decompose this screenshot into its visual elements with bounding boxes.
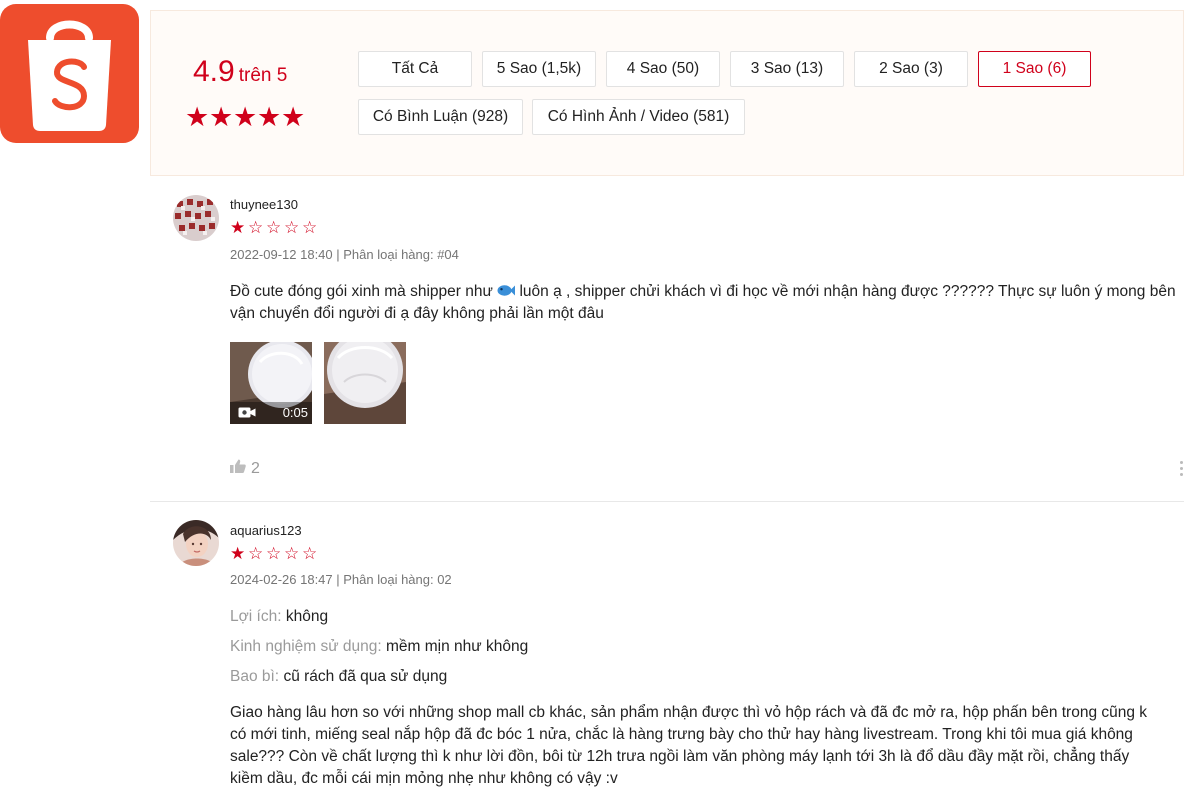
review-attribute: Kinh nghiệm sử dụng: mềm mịn như không xyxy=(230,638,528,656)
review-meta: 2024-02-26 18:47 | Phân loại hàng: 02 xyxy=(230,572,452,587)
star-empty-icon: ☆ xyxy=(266,218,282,237)
star-empty-icon: ☆ xyxy=(284,218,300,237)
review-attribute-value: mềm mịn như không xyxy=(386,638,529,655)
review-stars: ★ ☆ ☆ ☆ ☆ xyxy=(230,219,320,237)
review-text-part-1: Đồ cute đóng gói xinh mà shipper như xyxy=(230,283,493,300)
review-text-line: kiềm dầu, đc mỗi cái mịn mỏng nhẹ như kh… xyxy=(230,770,618,787)
star-filled-icon: ★ xyxy=(230,218,246,237)
review-attribute-label: Lợi ích: xyxy=(230,608,282,625)
shopee-logo xyxy=(0,4,139,143)
star-filled-icon: ★ xyxy=(185,102,210,132)
star-filled-icon: ★ xyxy=(233,102,258,132)
star-filled-icon: ★ xyxy=(257,102,282,132)
filter-with-comment-button[interactable]: Có Bình Luận (928) xyxy=(358,99,523,135)
star-empty-icon: ☆ xyxy=(284,544,300,563)
filter-2-star-button[interactable]: 2 Sao (3) xyxy=(854,51,968,87)
star-filled-icon: ★ xyxy=(230,544,246,563)
filter-3-star-button[interactable]: 3 Sao (13) xyxy=(730,51,844,87)
review-text-line: sale??? Còn về chất lượng thì k như lời … xyxy=(230,748,1130,765)
review-divider xyxy=(150,501,1184,502)
star-empty-icon: ☆ xyxy=(302,218,318,237)
like-count: 2 xyxy=(251,459,260,477)
filter-with-media-button[interactable]: Có Hình Ảnh / Video (581) xyxy=(532,99,745,135)
review-username[interactable]: thuynee130 xyxy=(230,197,298,212)
shopee-bag-icon xyxy=(28,20,111,131)
video-camera-icon xyxy=(238,406,256,424)
star-empty-icon: ☆ xyxy=(302,544,318,563)
more-vertical-icon[interactable] xyxy=(1180,461,1184,479)
like-button[interactable]: 2 xyxy=(230,459,260,478)
rating-score-value: 4.9 xyxy=(193,55,235,88)
rating-score-out-of: trên 5 xyxy=(238,65,288,86)
filter-all-button[interactable]: Tất Cả xyxy=(358,51,472,87)
review-attribute: Bao bì: cũ rách đã qua sử dụng xyxy=(230,668,447,686)
fish-emoji-icon xyxy=(497,283,516,300)
video-duration: 0:05 xyxy=(282,405,308,420)
review-text-line: Giao hàng lâu hơn so với những shop mall… xyxy=(230,704,1148,721)
rating-summary-stars: ★ ★ ★ ★ ★ xyxy=(185,103,305,131)
star-filled-icon: ★ xyxy=(281,102,306,132)
review-stars: ★ ☆ ☆ ☆ ☆ xyxy=(230,545,320,563)
star-empty-icon: ☆ xyxy=(248,544,264,563)
rating-summary-panel: 4.9 trên 5 ★ ★ ★ ★ ★ Tất Cả 5 Sao (1,5k) … xyxy=(150,10,1184,176)
review-image-thumbnail[interactable] xyxy=(324,342,406,424)
review-attribute-label: Kinh nghiệm sử dụng: xyxy=(230,638,382,655)
star-empty-icon: ☆ xyxy=(266,544,282,563)
review-text: Đồ cute đóng gói xinh mà shipper như luô… xyxy=(230,281,1190,325)
filter-5-star-button[interactable]: 5 Sao (1,5k) xyxy=(482,51,596,87)
avatar[interactable] xyxy=(173,195,219,241)
star-empty-icon: ☆ xyxy=(248,218,264,237)
star-filled-icon: ★ xyxy=(209,102,234,132)
filter-4-star-button[interactable]: 4 Sao (50) xyxy=(606,51,720,87)
review-video-thumbnail[interactable]: 0:05 xyxy=(230,342,312,424)
review-username[interactable]: aquarius123 xyxy=(230,523,302,538)
review-attribute: Lợi ích: không xyxy=(230,608,328,626)
thumbs-up-icon xyxy=(230,459,246,478)
review-item: aquarius123 ★ ☆ ☆ ☆ ☆ 2024-02-26 18:47 |… xyxy=(150,505,1184,800)
review-meta: 2022-09-12 18:40 | Phân loại hàng: #04 xyxy=(230,247,459,262)
rating-score: 4.9 trên 5 xyxy=(193,55,287,89)
avatar[interactable] xyxy=(173,520,219,566)
review-text: Giao hàng lâu hơn so với những shop mall… xyxy=(230,702,1200,790)
review-attribute-label: Bao bì: xyxy=(230,668,280,685)
review-text-line: có mới tinh, miếng seal nắp hộp đã đc bó… xyxy=(230,726,1133,743)
review-attribute-value: không xyxy=(285,608,329,625)
filter-1-star-button[interactable]: 1 Sao (6) xyxy=(978,51,1091,87)
review-item: thuynee130 ★ ☆ ☆ ☆ ☆ 2022-09-12 18:40 | … xyxy=(150,180,1184,500)
review-attribute-value: cũ rách đã qua sử dụng xyxy=(283,668,448,685)
